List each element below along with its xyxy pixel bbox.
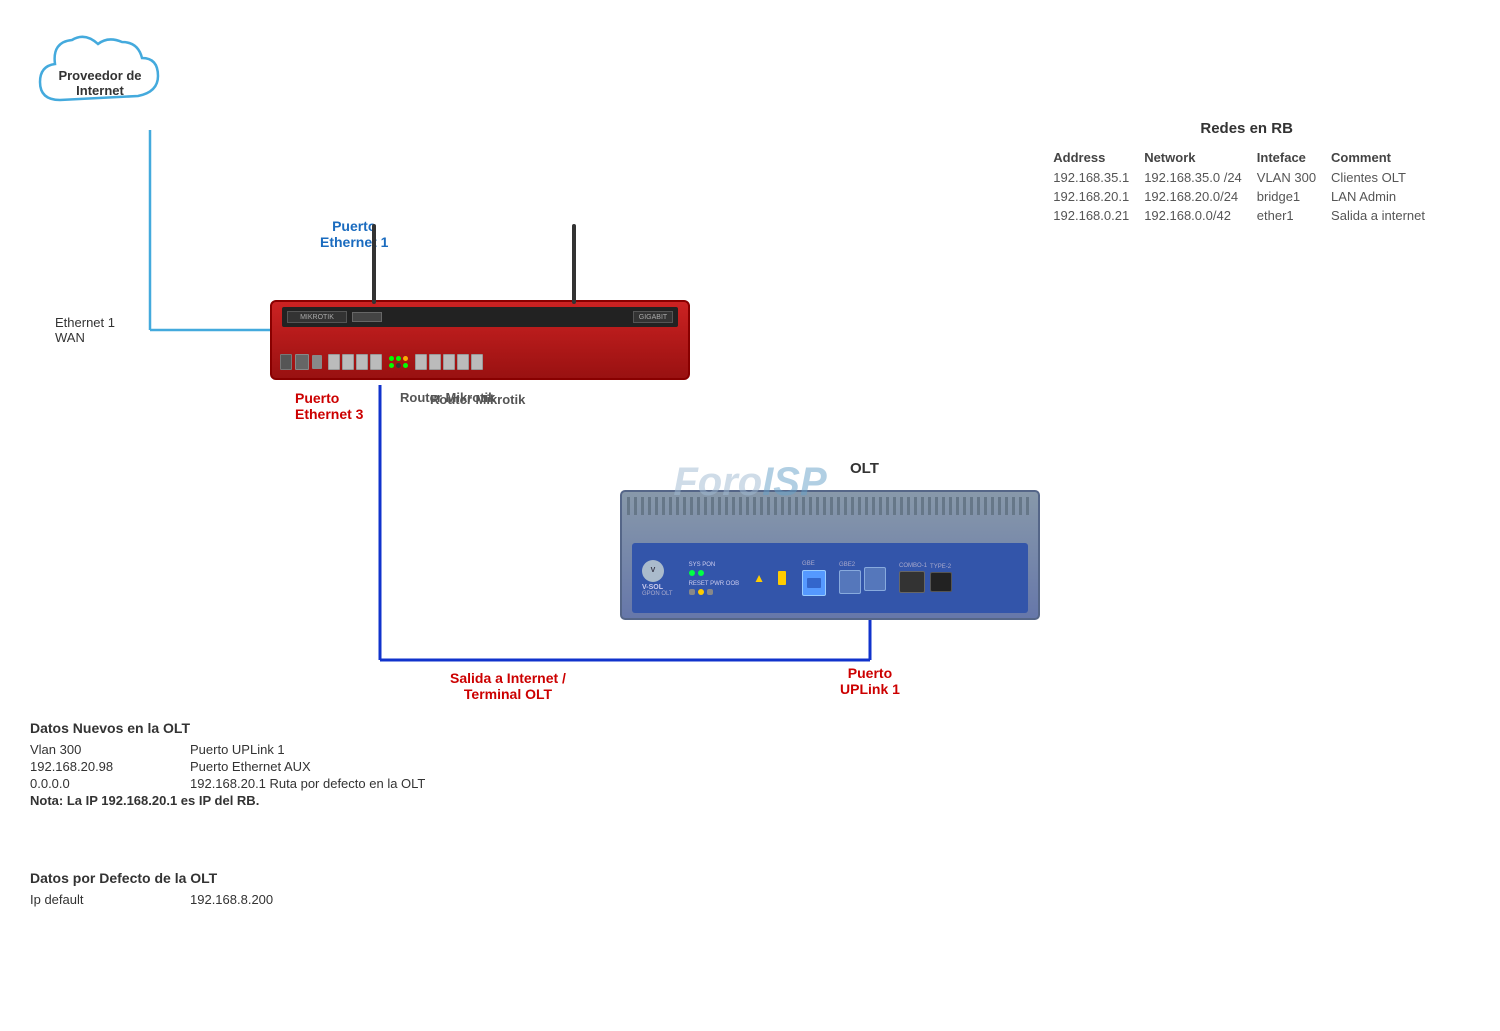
list-item: Ip default 192.168.8.200 xyxy=(30,892,273,907)
router-mikrotik-label: Router Mikrotik xyxy=(430,392,525,407)
salida-internet-label: Salida a Internet /Terminal OLT xyxy=(450,670,566,702)
list-item: 0.0.0.0 192.168.20.1 Ruta por defecto en … xyxy=(30,776,425,791)
puerto-eth3-label: PuertoEthernet 3 xyxy=(295,390,363,422)
datos-defecto-section: Datos por Defecto de la OLT Ip default 19… xyxy=(30,870,273,909)
olt-device: V V-SOL GPON OLT SYS PON RESET PWR OOB xyxy=(620,490,1040,620)
info-val: 192.168.8.200 xyxy=(190,892,273,907)
olt-label: OLT xyxy=(850,460,879,477)
antenna-left xyxy=(372,224,376,304)
list-item: 192.168.20.98 Puerto Ethernet AUX xyxy=(30,759,425,774)
watermark: ForoISP xyxy=(673,460,826,505)
table-cell: VLAN 300 xyxy=(1257,168,1331,187)
col-comment: Comment xyxy=(1331,147,1440,168)
cloud-label: Proveedor de Internet xyxy=(30,68,170,98)
table-cell: 192.168.20.1 xyxy=(1053,187,1144,206)
table-cell: bridge1 xyxy=(1257,187,1331,206)
table-cell: LAN Admin xyxy=(1331,187,1440,206)
table-cell: Clientes OLT xyxy=(1331,168,1440,187)
info-key: Ip default xyxy=(30,892,160,907)
list-item: Vlan 300 Puerto UPLink 1 xyxy=(30,742,425,757)
col-address: Address xyxy=(1053,147,1144,168)
info-val: Puerto UPLink 1 xyxy=(190,742,285,757)
table-cell: 192.168.35.1 xyxy=(1053,168,1144,187)
table-cell: 192.168.0.21 xyxy=(1053,206,1144,225)
antenna-right xyxy=(572,224,576,304)
datos-nuevos-section: Datos Nuevos en la OLT Vlan 300 Puerto UP… xyxy=(30,720,425,808)
col-network: Network xyxy=(1144,147,1257,168)
datos-defecto-title: Datos por Defecto de la OLT xyxy=(30,870,273,886)
info-val: 192.168.20.1 Ruta por defecto en la OLT xyxy=(190,776,425,791)
table-cell: 192.168.35.0 /24 xyxy=(1144,168,1257,187)
table-cell: ether1 xyxy=(1257,206,1331,225)
info-key: 192.168.20.98 xyxy=(30,759,160,774)
info-val: Puerto Ethernet AUX xyxy=(190,759,311,774)
table-cell: 192.168.20.0/24 xyxy=(1144,187,1257,206)
puerto-uplink-label: PuertoUPLink 1 xyxy=(840,665,900,697)
col-interface: Inteface xyxy=(1257,147,1331,168)
olt-logo-line2: GPON OLT xyxy=(642,591,673,597)
router-mikrotik: MIKROTIK GIGABIT xyxy=(270,300,690,380)
eth1-wan-label: Ethernet 1WAN xyxy=(55,315,115,345)
table-cell: 192.168.0.0/42 xyxy=(1144,206,1257,225)
table-cell: Salida a internet xyxy=(1331,206,1440,225)
datos-nuevos-title: Datos Nuevos en la OLT xyxy=(30,720,425,736)
redes-rb-title: Redes en RB xyxy=(1053,120,1440,137)
info-key: 0.0.0.0 xyxy=(30,776,160,791)
datos-nuevos-nota: Nota: La IP 192.168.20.1 es IP del RB. xyxy=(30,793,425,808)
puerto-eth1-label: PuertoEthernet 1 xyxy=(320,218,388,250)
info-key: Vlan 300 xyxy=(30,742,160,757)
olt-logo-line1: V-SOL xyxy=(642,584,673,591)
redes-rb-table: Redes en RB Address Network Inteface Com… xyxy=(1053,120,1440,225)
